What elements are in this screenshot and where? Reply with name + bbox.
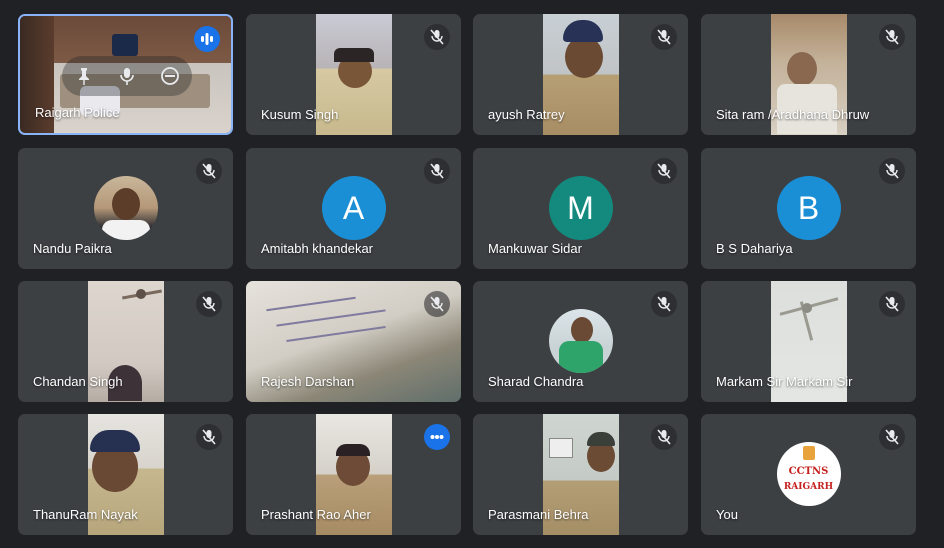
participant-name: ayush Ratrey (488, 107, 565, 122)
mic-off-icon (424, 158, 450, 184)
participant-name: You (716, 507, 738, 522)
avatar-initial: B (776, 176, 841, 240)
participant-name: Amitabh khandekar (261, 241, 374, 256)
participant-name: B S Dahariya (716, 241, 793, 256)
participant-name: Sharad Chandra (488, 374, 584, 389)
logo-text-line1: CCTNS (788, 466, 829, 477)
mic-off-icon (879, 424, 905, 450)
mic-off-icon (879, 291, 905, 317)
avatar-initial: M (548, 176, 613, 240)
participant-tile-nandu-paikra[interactable]: Nandu Paikra (18, 148, 233, 269)
avatar (93, 176, 158, 240)
avatar-initial: A (321, 176, 386, 240)
mic-off-icon (651, 424, 677, 450)
avatar (548, 309, 613, 373)
participant-tile-thanuram-nayak[interactable]: ThanuRam Nayak (18, 414, 233, 535)
speaking-indicator-icon (424, 424, 450, 450)
mic-off-icon (196, 158, 222, 184)
participant-tile-sharad-chandra[interactable]: Sharad Chandra (473, 281, 688, 402)
mic-off-icon (879, 24, 905, 50)
participant-tile-mankuwar-sidar[interactable]: M Mankuwar Sidar (473, 148, 688, 269)
participant-tile-markam-sir[interactable]: Markam Sir Markam Sir (701, 281, 916, 402)
participant-name: ThanuRam Nayak (33, 507, 138, 522)
participant-tile-ayush-ratrey[interactable]: ayush Ratrey (473, 14, 688, 135)
tile-hover-controls (62, 56, 192, 96)
participant-tile-sita-ram[interactable]: Sita ram /Aradhana Dhruw (701, 14, 916, 135)
participant-tile-amitabh-khandekar[interactable]: A Amitabh khandekar (246, 148, 461, 269)
mic-off-icon (196, 291, 222, 317)
participant-tile-bs-dahariya[interactable]: B B S Dahariya (701, 148, 916, 269)
participant-name: Prashant Rao Aher (261, 507, 371, 522)
participant-name: Parasmani Behra (488, 507, 589, 522)
logo-text-line2: RAIGARH (783, 482, 834, 492)
mic-off-icon (879, 158, 905, 184)
participant-name: Mankuwar Sidar (488, 241, 582, 256)
cctns-logo: CCTNS RAIGARH (776, 442, 841, 506)
participant-tile-chandan-singh[interactable]: Chandan Singh (18, 281, 233, 402)
participant-name: Nandu Paikra (33, 241, 112, 256)
participant-name: Chandan Singh (33, 374, 123, 389)
mic-off-icon (424, 291, 450, 317)
mic-off-icon (424, 24, 450, 50)
mic-off-icon (651, 291, 677, 317)
meeting-grid: { "participants": [ {"name": "Raigarh Po… (0, 0, 944, 548)
participant-name: Sita ram /Aradhana Dhruw (716, 107, 870, 122)
speaking-indicator-icon (194, 26, 220, 52)
mic-off-icon (196, 424, 222, 450)
participant-tile-parasmani-behra[interactable]: Parasmani Behra (473, 414, 688, 535)
mic-off-icon (651, 24, 677, 50)
participant-name: Raigarh Police (35, 105, 120, 120)
participant-name: Rajesh Darshan (261, 374, 355, 389)
participant-tile-kusum-singh[interactable]: Kusum Singh (246, 14, 461, 135)
mic-off-icon (651, 158, 677, 184)
remove-icon[interactable] (158, 64, 182, 88)
participant-tile-rajesh-darshan[interactable]: Rajesh Darshan (246, 281, 461, 402)
participant-name: Kusum Singh (261, 107, 339, 122)
pin-icon[interactable] (72, 64, 96, 88)
participant-tile-prashant-rao-aher[interactable]: Prashant Rao Aher (246, 414, 461, 535)
participant-tile-raigarh-police[interactable]: Raigarh Police (18, 14, 233, 135)
participant-tile-you[interactable]: CCTNS RAIGARH You (701, 414, 916, 535)
microphone-icon[interactable] (115, 64, 139, 88)
participant-name: Markam Sir Markam Sir (716, 374, 853, 389)
